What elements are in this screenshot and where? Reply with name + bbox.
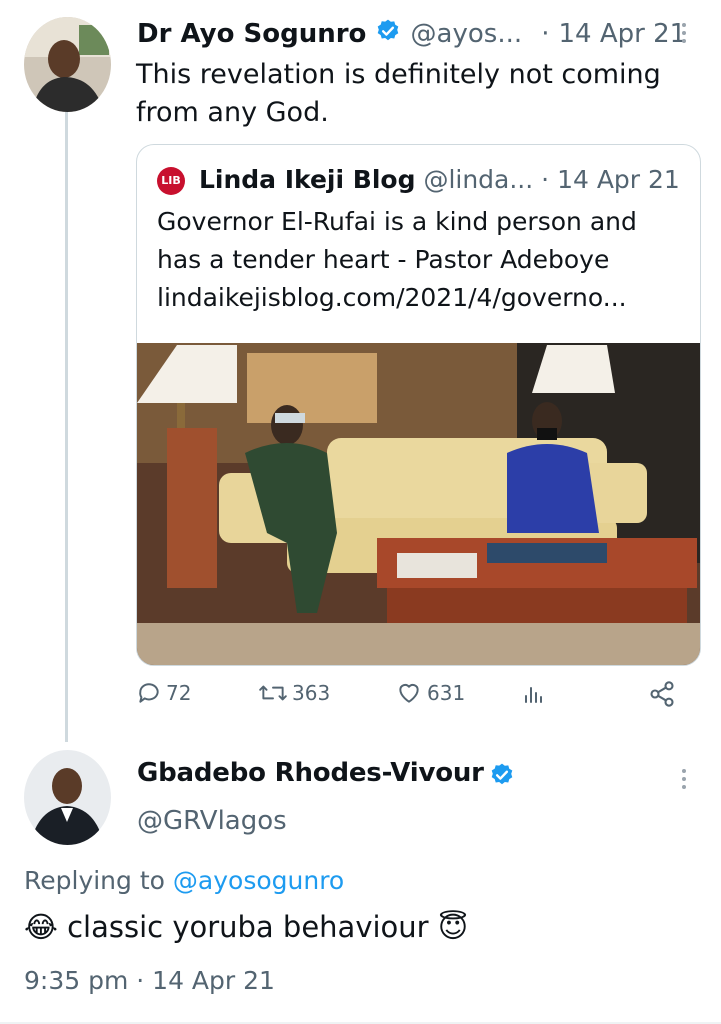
- reply-count: 72: [166, 681, 192, 705]
- tweet-text-line: This revelation is definitely not coming: [136, 59, 661, 90]
- avatar[interactable]: [24, 17, 111, 112]
- replying-to-handle[interactable]: @ayosogunro: [173, 866, 344, 895]
- quoted-author-handle[interactable]: @linda...: [423, 165, 533, 194]
- reply-text: classic yoruba behaviour: [67, 910, 429, 944]
- dot-separator: ·: [136, 966, 145, 995]
- tweet-text: This revelation is definitely not coming…: [136, 56, 661, 132]
- halo-emoji-icon: 😇: [437, 910, 469, 944]
- retweet-action[interactable]: 363: [258, 680, 330, 706]
- laughing-emoji-icon: 😂: [24, 910, 58, 944]
- quoted-date: 14 Apr 21: [557, 165, 680, 194]
- tweet-author-row: Dr Ayo Sogunro @ayos... · 14 Apr 21: [137, 18, 686, 51]
- reply-time: 9:35 pm: [24, 966, 129, 995]
- reply-action[interactable]: 72: [136, 680, 191, 706]
- verified-badge-icon: [375, 18, 401, 51]
- lib-logo-icon: LIB: [157, 167, 185, 195]
- avatar-photo: [24, 17, 111, 112]
- lib-logo-text: LIB: [161, 174, 181, 187]
- verified-badge-icon: [489, 762, 515, 792]
- quoted-text-line: Governor El-Rufai is a kind person and: [157, 207, 637, 236]
- reply-author-name[interactable]: Gbadebo Rhodes-Vivour: [137, 758, 484, 788]
- reply-author-row: Gbadebo Rhodes-Vivour: [137, 758, 515, 792]
- like-action[interactable]: 631: [395, 680, 465, 706]
- thread-connector-line: [65, 112, 68, 742]
- quoted-author-name[interactable]: Linda Ikeji Blog: [199, 165, 416, 194]
- replying-to-row: Replying to @ayosogunro: [24, 866, 344, 895]
- author-name[interactable]: Dr Ayo Sogunro: [137, 19, 366, 49]
- heart-icon: [399, 683, 419, 703]
- like-count: 631: [427, 681, 466, 705]
- reply-timestamp[interactable]: 9:35 pm · 14 Apr 21: [24, 966, 275, 995]
- quoted-photo[interactable]: [137, 343, 700, 665]
- reply-avatar[interactable]: [24, 750, 111, 845]
- tweet-text-line: from any God.: [136, 97, 329, 128]
- retweet-icon: [259, 685, 287, 701]
- share-icon[interactable]: [648, 680, 676, 712]
- reply-author-handle[interactable]: @GRVlagos: [137, 806, 287, 836]
- tweet-date[interactable]: 14 Apr 21: [559, 19, 687, 49]
- reply-text-row: 😂 classic yoruba behaviour 😇: [24, 910, 468, 944]
- dot-separator: ·: [541, 19, 550, 49]
- quoted-tweet-card[interactable]: LIB Linda Ikeji Blog @linda... · 14 Apr …: [136, 144, 701, 666]
- quoted-text-line: has a tender heart - Pastor Adeboye: [157, 245, 610, 274]
- retweet-count: 363: [292, 681, 331, 705]
- reply-avatar-photo: [24, 750, 111, 845]
- more-options-icon[interactable]: [676, 766, 692, 796]
- quoted-link[interactable]: lindaikejisblog.com/2021/4/governo...: [157, 279, 687, 317]
- reply-icon: [139, 683, 159, 703]
- dot-separator: ·: [541, 165, 550, 194]
- quoted-text: Governor El-Rufai is a kind person and h…: [157, 203, 687, 317]
- analytics-icon[interactable]: [522, 682, 546, 710]
- reply-date: 14 Apr 21: [152, 966, 275, 995]
- more-options-icon[interactable]: [676, 20, 692, 50]
- quoted-author-row: LIB Linda Ikeji Blog @linda... · 14 Apr …: [157, 165, 680, 195]
- replying-to-label: Replying to: [24, 866, 165, 895]
- author-handle[interactable]: @ayos...: [411, 19, 523, 49]
